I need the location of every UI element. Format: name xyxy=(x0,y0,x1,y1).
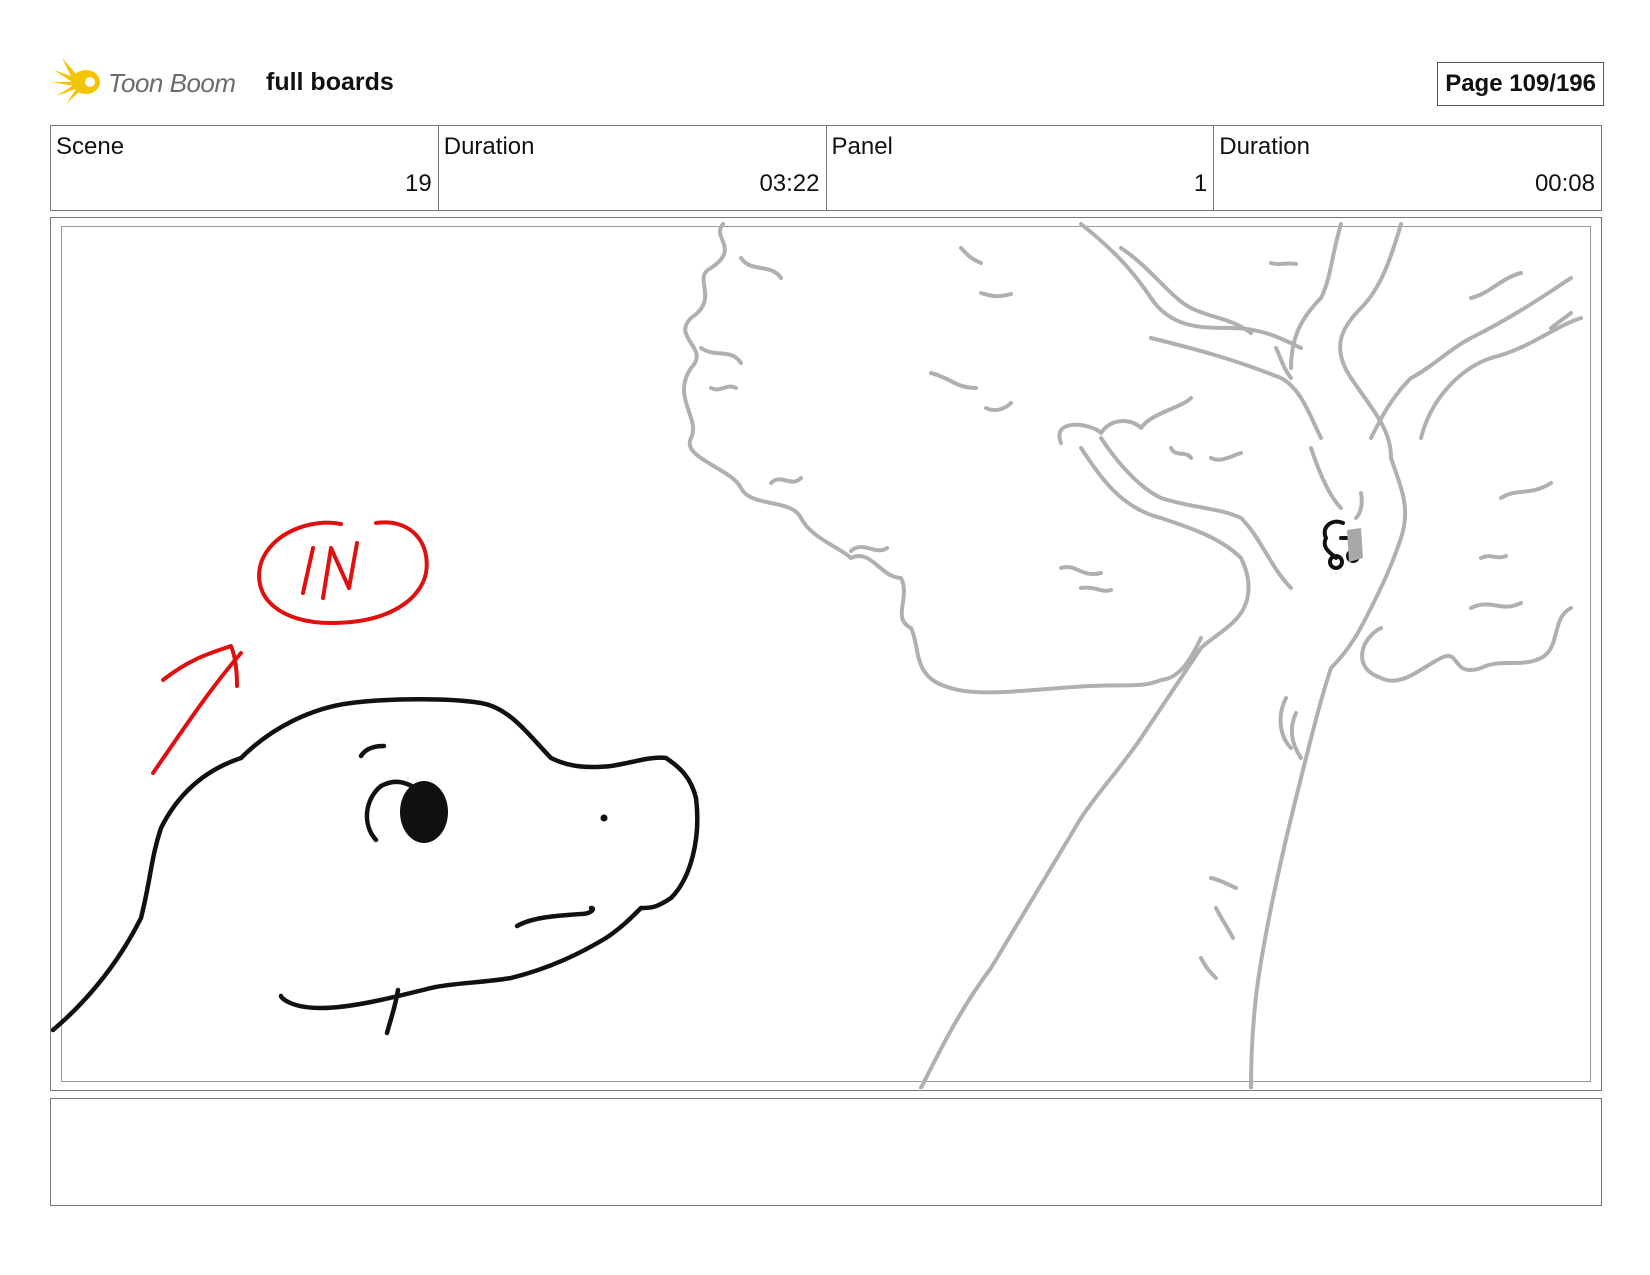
panel-value: 1 xyxy=(1193,170,1208,197)
panel-duration-cell: Duration 00:08 xyxy=(1214,126,1601,210)
camera-in-annotation xyxy=(151,520,429,775)
tree-sketch xyxy=(682,222,1583,1089)
scene-duration-cell: Duration 03:22 xyxy=(439,126,827,210)
panel-duration-label: Duration xyxy=(1219,133,1310,160)
panel-notes-box[interactable] xyxy=(50,1098,1602,1206)
logo-text: Toon Boom xyxy=(108,68,236,98)
project-title: full boards xyxy=(266,68,394,96)
toon-boom-logo: Toon Boom xyxy=(52,56,252,106)
creature-brow xyxy=(358,743,387,759)
tiny-figure-shading xyxy=(1347,528,1363,562)
board-header: Toon Boom full boards Page 109/196 xyxy=(50,56,1604,106)
scene-label: Scene xyxy=(56,133,125,160)
panel-label: Panel xyxy=(831,133,893,160)
creature-nostril xyxy=(600,814,608,822)
annotation-arrow-shaft xyxy=(151,651,243,775)
storyboard-panel xyxy=(50,217,1602,1091)
panel-cell: Panel 1 xyxy=(827,126,1215,210)
creature-eye xyxy=(400,781,448,843)
creature-mouth xyxy=(514,905,596,929)
annotation-arrow-head xyxy=(161,644,239,688)
scene-duration-label: Duration xyxy=(443,133,535,160)
creature-head-sketch xyxy=(51,697,700,1036)
scene-info-table: Scene 19 Duration 03:22 Panel 1 Duration… xyxy=(50,125,1602,211)
panel-drawing xyxy=(51,222,1583,1089)
page-indicator: Page 109/196 xyxy=(1437,62,1604,106)
scene-value: 19 xyxy=(405,170,432,197)
scene-cell: Scene 19 xyxy=(51,126,439,210)
scene-duration-value: 03:22 xyxy=(759,170,820,197)
starburst-logo-icon xyxy=(52,58,100,104)
panel-duration-value: 00:08 xyxy=(1534,170,1595,197)
